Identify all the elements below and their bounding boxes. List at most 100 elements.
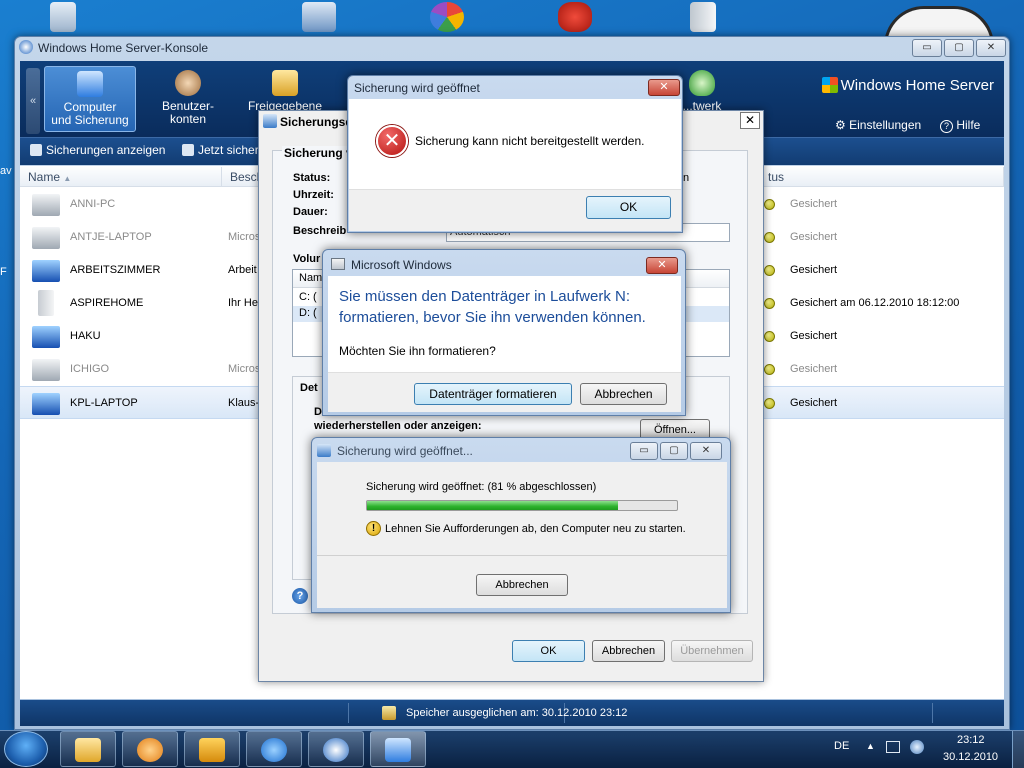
progress-status-text: Sicherung wird geöffnet: (81 % abgeschlo… bbox=[366, 481, 597, 493]
format-dialog-title: Microsoft Windows bbox=[351, 258, 452, 272]
settings-link[interactable]: ⚙ Einstellungen bbox=[835, 118, 921, 132]
computer-monitor-icon bbox=[32, 393, 60, 415]
status-dot-icon bbox=[764, 331, 775, 342]
status-dot-icon bbox=[764, 398, 775, 409]
column-header-status[interactable]: tus bbox=[760, 167, 1004, 187]
show-desktop-button[interactable] bbox=[1012, 731, 1024, 768]
ribbon-collapse-button[interactable]: « bbox=[26, 68, 40, 134]
status-value-fragment: n bbox=[683, 172, 690, 184]
status-dot-icon bbox=[764, 199, 775, 210]
sort-up-icon: ▲ bbox=[63, 174, 72, 183]
column-header-name[interactable]: Name ▲ bbox=[20, 167, 222, 187]
help-icon[interactable]: ? bbox=[292, 588, 308, 604]
description-label: Beschreib bbox=[293, 225, 347, 237]
window-caption-buttons: ▭ ▢ ✕ bbox=[912, 39, 1006, 57]
computer-name: ANNI-PC bbox=[70, 198, 116, 210]
computer-status: Gesichert bbox=[790, 231, 838, 243]
close-button[interactable]: ✕ bbox=[976, 39, 1006, 57]
desktop-shortcut-icon[interactable] bbox=[296, 2, 342, 36]
computer-name: ARBEITSZIMMER bbox=[70, 264, 161, 276]
volume-c[interactable]: C: ( bbox=[299, 291, 317, 303]
tab-benutzerkonten[interactable]: Benutzer- konten bbox=[142, 66, 234, 132]
laptop-icon bbox=[32, 359, 60, 381]
format-headline-line2: formatieren, bevor Sie ihn verwenden kön… bbox=[339, 309, 646, 326]
format-drive-button[interactable]: Datenträger formatieren bbox=[414, 383, 572, 405]
progress-maximize-button[interactable]: ▢ bbox=[660, 442, 688, 460]
tab-label-line2: konten bbox=[169, 112, 207, 126]
show-backups-button[interactable]: Sicherungen anzeigen bbox=[30, 143, 165, 157]
help-link[interactable]: ? Hilfe bbox=[940, 118, 980, 133]
internet-explorer-icon bbox=[261, 738, 287, 762]
details-title: Det bbox=[300, 382, 318, 394]
volume-tray-icon[interactable] bbox=[910, 740, 924, 754]
format-headline-line1: Sie müssen den Datenträger in Laufwerk N… bbox=[339, 288, 630, 305]
taskbar-internet-explorer[interactable] bbox=[246, 731, 302, 767]
error-dialog-close-button[interactable]: ✕ bbox=[648, 79, 680, 96]
outlook-icon bbox=[199, 738, 225, 762]
picasa-icon[interactable] bbox=[424, 2, 470, 36]
windows-flag-icon bbox=[821, 77, 838, 93]
column-header-name-label: Name bbox=[28, 170, 61, 184]
error-dialog-title: Sicherung wird geöffnet bbox=[354, 81, 480, 95]
taskbar-explorer[interactable] bbox=[60, 731, 116, 767]
column-header-description[interactable]: Besch bbox=[222, 167, 263, 187]
status-dot-icon bbox=[764, 298, 775, 309]
minimize-button[interactable]: ▭ bbox=[912, 39, 942, 57]
error-ok-button[interactable]: OK bbox=[586, 196, 671, 219]
progress-cancel-button[interactable]: Abbrechen bbox=[476, 574, 568, 596]
network-shield-icon bbox=[689, 70, 715, 96]
error-icon: ✕ bbox=[376, 125, 408, 157]
format-dialog-close-button[interactable]: ✕ bbox=[646, 257, 678, 274]
computer-name: KPL-LAPTOP bbox=[70, 397, 138, 409]
backup-now-button[interactable]: Jetzt sicherr bbox=[182, 143, 258, 157]
maximize-button[interactable]: ▢ bbox=[944, 39, 974, 57]
storage-balanced-icon bbox=[382, 706, 396, 720]
network-tray-icon[interactable] bbox=[886, 741, 900, 753]
details-line2: wiederherstellen oder anzeigen: bbox=[314, 420, 482, 432]
clock-date[interactable]: 30.12.2010 bbox=[943, 751, 998, 763]
divider bbox=[317, 555, 727, 556]
computer-description: Arbeit bbox=[228, 264, 257, 276]
computer-name: HAKU bbox=[70, 330, 101, 342]
format-cancel-button[interactable]: Abbrechen bbox=[580, 383, 667, 405]
taskbar-home-server[interactable] bbox=[308, 731, 364, 767]
taskbar-media-player[interactable] bbox=[122, 731, 178, 767]
status-divider bbox=[932, 703, 933, 723]
computer-backup-icon bbox=[77, 71, 103, 97]
ok-button[interactable]: OK bbox=[512, 640, 585, 662]
status-dot-icon bbox=[764, 232, 775, 243]
game-shortcut-icon[interactable] bbox=[552, 2, 598, 36]
warning-icon: ! bbox=[366, 521, 381, 536]
window-title: Windows Home Server-Konsole bbox=[38, 41, 209, 55]
computer-status: Gesichert bbox=[790, 198, 838, 210]
progress-close-button[interactable]: ✕ bbox=[690, 442, 722, 460]
backup-dialog-title: Sicherungsd bbox=[280, 115, 350, 129]
progress-minimize-button[interactable]: ▭ bbox=[630, 442, 658, 460]
computer-description: Micros bbox=[228, 231, 261, 243]
language-indicator[interactable]: DE bbox=[834, 740, 849, 752]
server-tower-icon bbox=[38, 290, 54, 316]
format-question: Möchten Sie ihn formatieren? bbox=[339, 344, 496, 358]
backup-open-icon bbox=[317, 444, 331, 457]
tray-expand-button[interactable]: ▲ bbox=[866, 741, 875, 751]
computer-description: Ihr He bbox=[228, 297, 258, 309]
shared-folder-icon bbox=[272, 70, 298, 96]
taskbar-backup-restore[interactable] bbox=[370, 731, 426, 767]
tab-label-line2: und Sicherung bbox=[51, 113, 129, 127]
drive-shortcut-icon[interactable] bbox=[680, 2, 726, 36]
status-divider bbox=[348, 703, 349, 723]
backup-restore-icon bbox=[385, 738, 411, 762]
tab-computer-und-sicherung[interactable]: Computer und Sicherung bbox=[44, 66, 136, 132]
computer-status: Gesichert bbox=[790, 363, 838, 375]
time-label: Uhrzeit: bbox=[293, 189, 334, 201]
backup-dialog-close-button[interactable]: ✕ bbox=[740, 112, 760, 129]
error-message: Sicherung kann nicht bereitgestellt werd… bbox=[415, 134, 645, 148]
taskbar-outlook[interactable] bbox=[184, 731, 240, 767]
desktop-label-fragment: F bbox=[0, 266, 7, 278]
recycle-bin-icon[interactable] bbox=[40, 2, 86, 36]
cancel-button[interactable]: Abbrechen bbox=[592, 640, 665, 662]
start-button[interactable] bbox=[4, 731, 48, 767]
clock-time[interactable]: 23:12 bbox=[957, 734, 985, 746]
status-dot-icon bbox=[764, 265, 775, 276]
volume-d[interactable]: D: ( bbox=[299, 307, 317, 319]
